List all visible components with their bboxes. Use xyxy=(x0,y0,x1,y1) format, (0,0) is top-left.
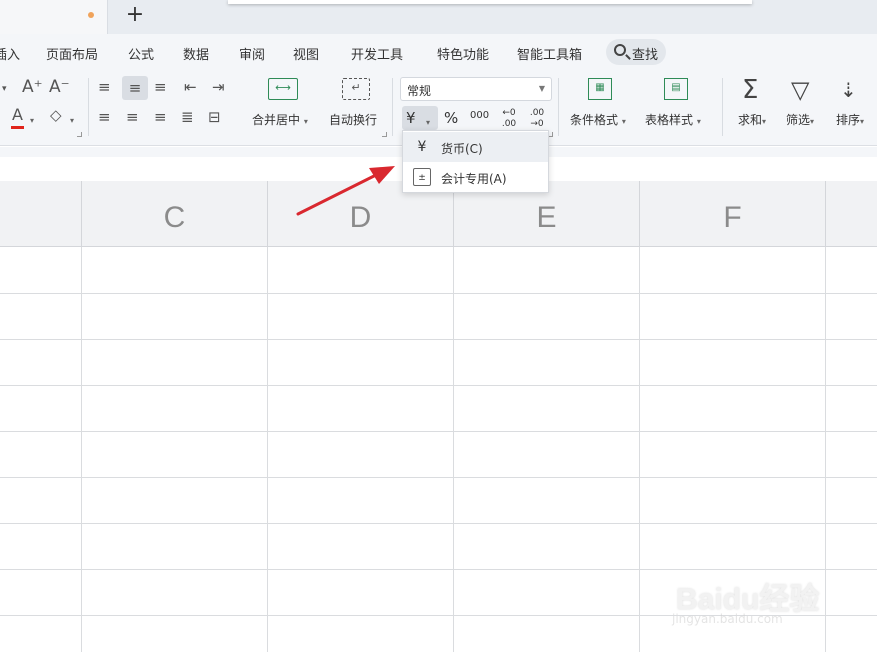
merge-center-button[interactable]: 合并居中 ▾ xyxy=(252,111,308,128)
filter-icon[interactable]: ▽ xyxy=(791,76,809,104)
sum-button[interactable]: 求和▾ xyxy=(738,111,766,128)
sum-label: 求和 xyxy=(738,113,763,127)
menu-page-layout[interactable]: 页面布局 xyxy=(46,44,98,63)
watermark-sub: jingyan.baidu.com xyxy=(672,612,783,626)
unsaved-dot-icon xyxy=(88,12,94,18)
conditional-format-label: 条件格式 xyxy=(570,113,619,127)
sort-label: 排序 xyxy=(836,113,861,127)
wrap-text-label[interactable]: 自动换行 xyxy=(329,111,377,128)
menu-item-label: 货币(C) xyxy=(441,142,483,156)
justify-icon[interactable]: ≣ xyxy=(181,108,194,126)
conditional-format-icon[interactable]: ▦ xyxy=(588,78,612,100)
menu-view[interactable]: 视图 xyxy=(293,44,319,63)
chevron-down-icon: ▼ xyxy=(538,84,545,93)
document-tab[interactable] xyxy=(0,0,108,34)
menu-insert[interactable]: 插入 xyxy=(0,44,20,63)
search-icon xyxy=(614,44,626,56)
increase-indent-icon[interactable]: ⇥ xyxy=(212,78,225,96)
separator xyxy=(392,78,393,136)
align-middle-icon[interactable]: ≡ xyxy=(122,76,148,100)
clear-format-caret-icon[interactable]: ▾ xyxy=(70,112,74,130)
font-color-bar xyxy=(11,126,24,129)
filter-label: 筛选 xyxy=(786,113,811,127)
menu-formulas[interactable]: 公式 xyxy=(128,44,154,63)
align-right-icon[interactable]: ≡ xyxy=(154,108,167,126)
menu-features[interactable]: 特色功能 xyxy=(437,44,489,63)
decrease-decimal-button[interactable]: .00 →0 xyxy=(526,108,548,130)
grow-font-icon[interactable]: A⁺ xyxy=(22,78,43,96)
column-header-f[interactable]: F xyxy=(640,181,826,247)
grid-line xyxy=(81,247,82,652)
font-color-icon[interactable]: A xyxy=(12,106,23,124)
percent-button[interactable]: % xyxy=(444,109,458,127)
accounting-icon: ± xyxy=(413,168,431,186)
search-button[interactable]: 查找 xyxy=(606,39,666,65)
font-size-dropdown-icon[interactable]: ▾ xyxy=(2,80,7,98)
tab-strip: + xyxy=(0,0,877,34)
number-format-value: 常规 xyxy=(407,84,432,98)
column-letter: D xyxy=(349,201,372,234)
menu-data[interactable]: 数据 xyxy=(183,44,209,63)
column-header-c[interactable]: C xyxy=(82,181,268,247)
number-format-select[interactable]: 常规 ▼ xyxy=(400,77,552,101)
align-group-launcher-icon[interactable] xyxy=(382,132,387,137)
wrap-text-icon[interactable]: ↵ xyxy=(342,78,370,100)
merge-center-label: 合并居中 xyxy=(252,113,301,127)
increase-decimal-button[interactable]: ←0 .00 xyxy=(498,108,520,130)
table-style-label: 表格样式 xyxy=(645,113,694,127)
font-color-caret-icon[interactable]: ▾ xyxy=(30,112,34,130)
grid-line xyxy=(453,247,454,652)
conditional-format-button[interactable]: 条件格式 ▾ xyxy=(570,111,626,128)
table-style-button[interactable]: 表格样式 ▾ xyxy=(645,111,701,128)
new-tab-button[interactable]: + xyxy=(120,2,150,30)
column-header-b[interactable] xyxy=(0,181,82,247)
yen-icon: ¥ xyxy=(406,109,416,127)
menu-bar: 插入 页面布局 公式 数据 审阅 视图 开发工具 特色功能 智能工具箱 查找 xyxy=(0,34,877,70)
baidu-watermark: Baidu经验 jingyan.baidu.com xyxy=(650,562,860,637)
grid-line xyxy=(0,385,877,386)
column-letter: E xyxy=(536,201,557,234)
menu-item-accounting[interactable]: ± 会计专用(A) xyxy=(403,162,548,192)
grid-line xyxy=(0,523,877,524)
shrink-font-icon[interactable]: A⁻ xyxy=(49,78,70,96)
sort-icon[interactable]: ⇣ xyxy=(840,78,857,102)
decrease-indent-icon[interactable]: ⇤ xyxy=(184,78,197,96)
font-group-launcher-icon[interactable] xyxy=(77,132,82,137)
clear-format-icon[interactable]: ◇ xyxy=(50,106,62,124)
sort-button[interactable]: 排序▾ xyxy=(836,111,864,128)
column-letter: F xyxy=(723,201,742,234)
menu-smart-toolbox[interactable]: 智能工具箱 xyxy=(517,44,582,63)
menu-item-currency[interactable]: ¥ 货币(C) xyxy=(403,132,548,162)
grid-line xyxy=(0,339,877,340)
align-top-icon[interactable]: ≡ xyxy=(98,78,111,96)
grid-line xyxy=(639,247,640,652)
separator xyxy=(88,78,89,136)
thousands-separator-button[interactable]: 000 xyxy=(470,107,489,125)
table-style-icon[interactable]: ▤ xyxy=(664,78,688,100)
separator xyxy=(722,78,723,136)
distributed-align-icon[interactable]: ⊟ xyxy=(208,108,221,126)
sum-icon[interactable]: Σ xyxy=(742,76,758,104)
menu-review[interactable]: 审阅 xyxy=(239,44,265,63)
column-letter: C xyxy=(163,201,186,234)
menu-developer[interactable]: 开发工具 xyxy=(351,44,403,63)
popup-edge xyxy=(228,0,752,4)
menu-item-label: 会计专用(A) xyxy=(441,172,507,186)
currency-format-menu: ¥ 货币(C) ± 会计专用(A) xyxy=(402,130,549,193)
align-bottom-icon[interactable]: ≡ xyxy=(154,78,167,96)
yen-icon: ¥ xyxy=(417,139,427,155)
filter-button[interactable]: 筛选▾ xyxy=(786,111,814,128)
grid-line xyxy=(0,477,877,478)
align-left-icon[interactable]: ≡ xyxy=(98,108,111,126)
grid-line xyxy=(267,247,268,652)
align-center-icon[interactable]: ≡ xyxy=(126,108,139,126)
font-color-letter: A xyxy=(12,105,23,124)
currency-format-button[interactable]: ¥ ▾ xyxy=(402,106,438,130)
separator xyxy=(558,78,559,136)
grid-line xyxy=(0,431,877,432)
merge-center-icon[interactable]: ⟷ xyxy=(268,78,298,100)
grid-line xyxy=(0,293,877,294)
search-label: 查找 xyxy=(632,48,659,63)
column-header-g[interactable] xyxy=(826,181,877,247)
